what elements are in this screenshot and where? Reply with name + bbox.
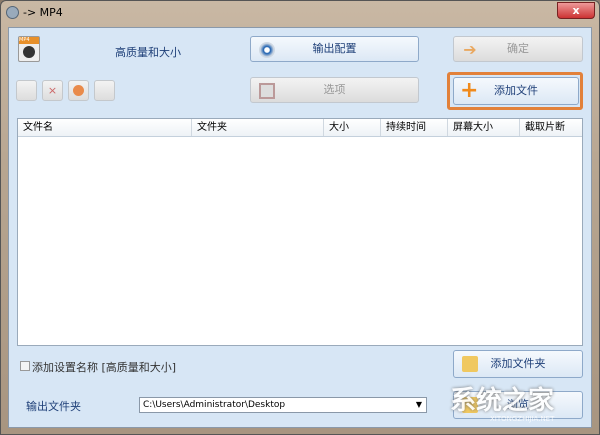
play-icon	[73, 85, 84, 96]
ok-button[interactable]: ➔ 确定	[453, 36, 583, 62]
col-screen-size[interactable]: 屏幕大小	[448, 119, 520, 136]
options-label: 选项	[323, 83, 346, 96]
preset-name: 高质量和大小	[115, 46, 181, 59]
watermark: 系统之家	[450, 386, 555, 416]
remove-file-button[interactable]	[16, 80, 37, 101]
arrow-right-icon: ➔	[463, 40, 477, 59]
add-folder-label: 添加文件夹	[490, 357, 546, 370]
delete-button[interactable]: ×	[42, 80, 63, 101]
options-button[interactable]: 选项	[250, 77, 419, 103]
col-size[interactable]: 大小	[324, 119, 381, 136]
output-config-label: 输出配置	[312, 42, 357, 55]
close-button[interactable]: x	[557, 2, 595, 19]
output-folder-select[interactable]: C:\Users\Administrator\Desktop ▼	[139, 397, 427, 413]
ok-label: 确定	[507, 42, 529, 55]
file-table[interactable]: 文件名 文件夹 大小 持续时间 屏幕大小 截取片断	[17, 118, 583, 346]
app-icon	[6, 6, 19, 19]
col-clip[interactable]: 截取片断	[520, 119, 582, 136]
chevron-down-icon: ▼	[415, 400, 422, 409]
folder-add-icon	[462, 356, 478, 372]
col-folder[interactable]: 文件夹	[192, 119, 324, 136]
col-duration[interactable]: 持续时间	[381, 119, 448, 136]
watermark-url: XITONGZHIJIA.NET	[490, 415, 555, 423]
plus-icon: +	[460, 78, 479, 103]
output-folder-label: 输出文件夹	[26, 400, 81, 413]
window-title: -> MP4	[23, 6, 63, 19]
add-file-label: 添加文件	[494, 84, 538, 97]
clip-button[interactable]	[94, 80, 115, 101]
col-filename[interactable]: 文件名	[18, 119, 192, 136]
add-preset-name-checkbox[interactable]	[20, 361, 30, 371]
mp4-format-icon: MP4	[18, 36, 40, 62]
film-icon	[259, 83, 275, 99]
gear-icon	[259, 42, 275, 58]
table-header: 文件名 文件夹 大小 持续时间 屏幕大小 截取片断	[18, 119, 582, 137]
add-file-button[interactable]: + 添加文件	[453, 77, 579, 105]
play-button[interactable]	[68, 80, 89, 101]
title-bar: -> MP4 x	[1, 1, 600, 25]
add-folder-button[interactable]: 添加文件夹	[453, 350, 583, 378]
add-preset-name-label[interactable]: 添加设置名称 [高质量和大小]	[32, 359, 176, 375]
output-path: C:\Users\Administrator\Desktop	[143, 400, 286, 410]
output-config-button[interactable]: 输出配置	[250, 36, 419, 62]
